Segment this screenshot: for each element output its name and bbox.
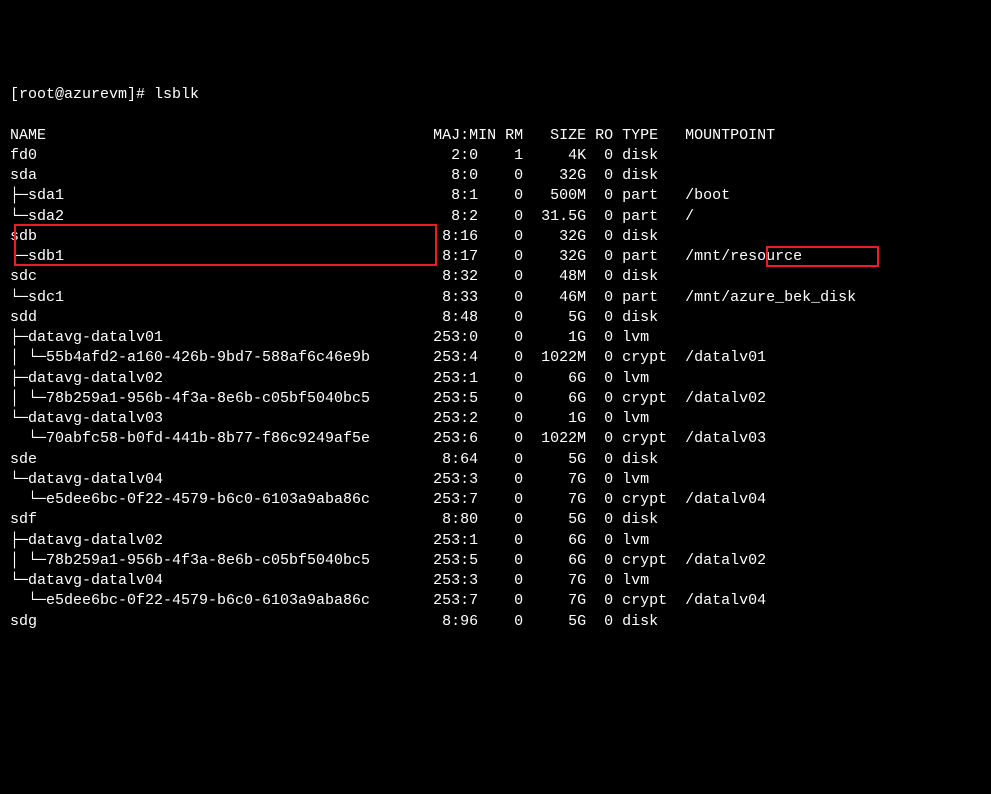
- lsblk-output: NAME MAJ:MIN RM SIZE RO TYPE MOUNTPOINTf…: [10, 126, 981, 632]
- lsblk-row: │ └─78b259a1-956b-4f3a-8e6b-c05bf5040bc5…: [10, 389, 981, 409]
- lsblk-row: └─datavg-datalv03 253:2 0 1G 0 lvm: [10, 409, 981, 429]
- lsblk-row: └─sdb1 8:17 0 32G 0 part /mnt/resource: [10, 247, 981, 267]
- lsblk-row: └─sdc1 8:33 0 46M 0 part /mnt/azure_bek_…: [10, 288, 981, 308]
- lsblk-header: NAME MAJ:MIN RM SIZE RO TYPE MOUNTPOINT: [10, 126, 981, 146]
- lsblk-row: ├─datavg-datalv02 253:1 0 6G 0 lvm: [10, 531, 981, 551]
- lsblk-row: └─datavg-datalv04 253:3 0 7G 0 lvm: [10, 470, 981, 490]
- lsblk-row: sdc 8:32 0 48M 0 disk: [10, 267, 981, 287]
- terminal-prompt-line: [root@azurevm]# lsblk: [10, 85, 981, 105]
- lsblk-row: sdb 8:16 0 32G 0 disk: [10, 227, 981, 247]
- shell-command[interactable]: lsblk: [145, 85, 199, 105]
- lsblk-row: sde 8:64 0 5G 0 disk: [10, 450, 981, 470]
- lsblk-row: sdd 8:48 0 5G 0 disk: [10, 308, 981, 328]
- lsblk-row: └─e5dee6bc-0f22-4579-b6c0-6103a9aba86c 2…: [10, 490, 981, 510]
- lsblk-row: sdf 8:80 0 5G 0 disk: [10, 510, 981, 530]
- lsblk-row: ├─datavg-datalv02 253:1 0 6G 0 lvm: [10, 369, 981, 389]
- lsblk-row: ├─sda1 8:1 0 500M 0 part /boot: [10, 186, 981, 206]
- lsblk-row: └─datavg-datalv04 253:3 0 7G 0 lvm: [10, 571, 981, 591]
- shell-prompt: [root@azurevm]#: [10, 85, 145, 105]
- lsblk-row: └─sda2 8:2 0 31.5G 0 part /: [10, 207, 981, 227]
- lsblk-row: └─e5dee6bc-0f22-4579-b6c0-6103a9aba86c 2…: [10, 591, 981, 611]
- lsblk-row: │ └─78b259a1-956b-4f3a-8e6b-c05bf5040bc5…: [10, 551, 981, 571]
- lsblk-row: └─70abfc58-b0fd-441b-8b77-f86c9249af5e 2…: [10, 429, 981, 449]
- lsblk-row: ├─datavg-datalv01 253:0 0 1G 0 lvm: [10, 328, 981, 348]
- lsblk-row: sda 8:0 0 32G 0 disk: [10, 166, 981, 186]
- lsblk-row: fd0 2:0 1 4K 0 disk: [10, 146, 981, 166]
- lsblk-row: sdg 8:96 0 5G 0 disk: [10, 612, 981, 632]
- lsblk-row: │ └─55b4afd2-a160-426b-9bd7-588af6c46e9b…: [10, 348, 981, 368]
